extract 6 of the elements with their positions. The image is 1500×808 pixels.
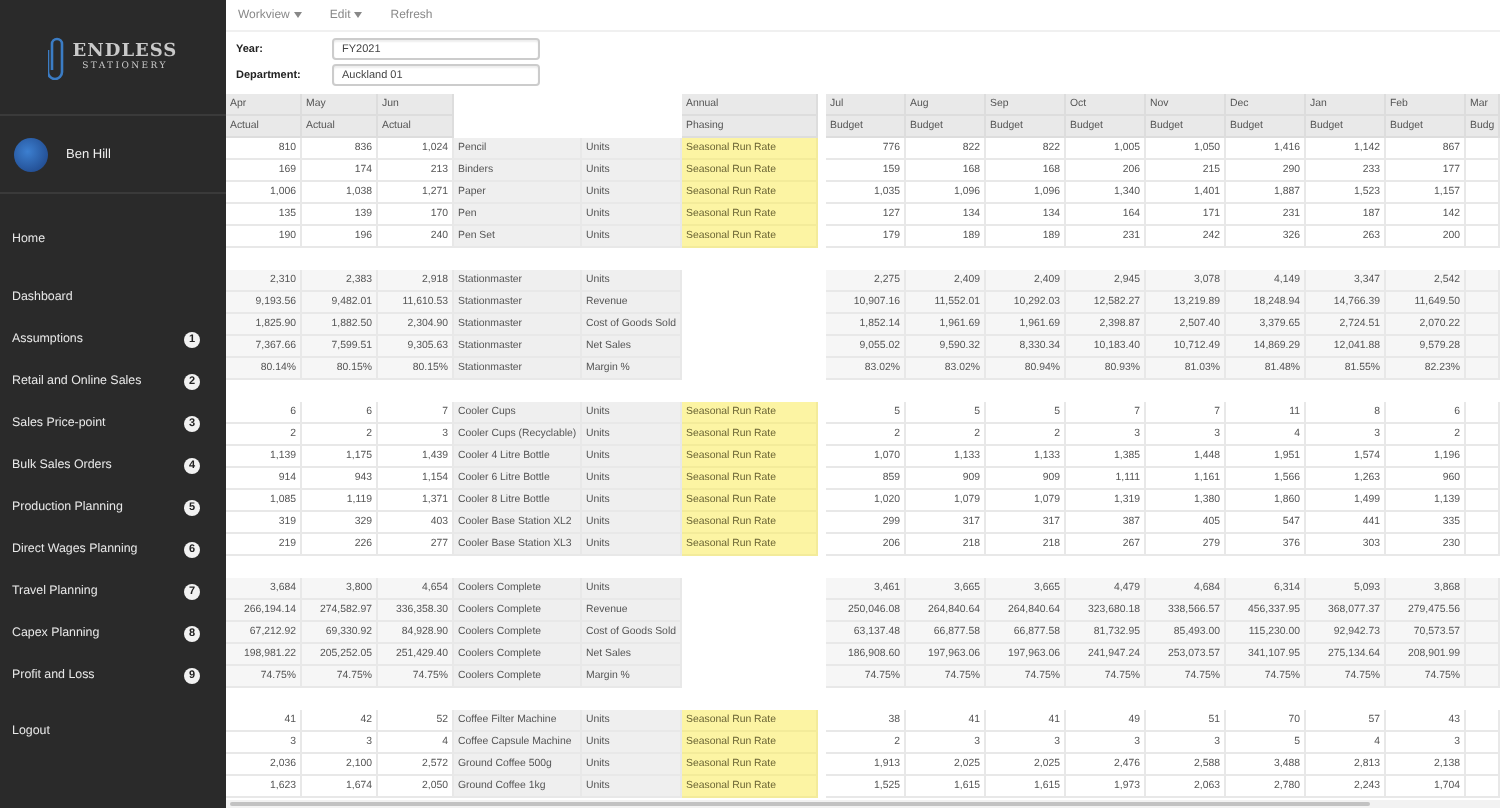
paperclip-icon (48, 35, 67, 79)
empty-cell (1466, 138, 1500, 160)
user-avatar (14, 137, 48, 171)
horizontal-scrollbar[interactable] (226, 800, 1500, 808)
caret-icon (354, 12, 363, 18)
caret-icon (293, 12, 302, 18)
